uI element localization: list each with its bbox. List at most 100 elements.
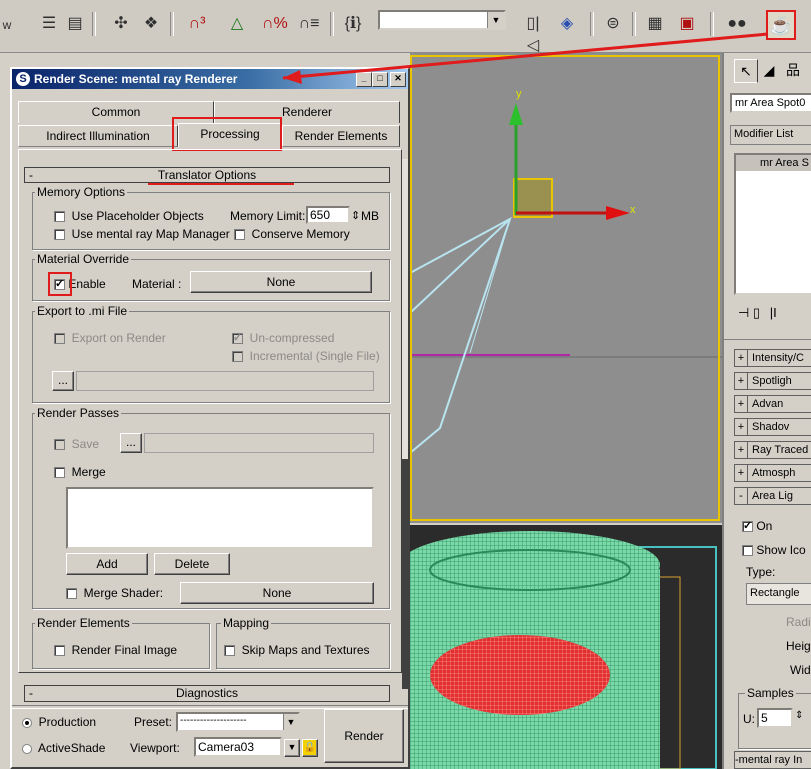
viewport-dropdown[interactable]: Camera03 [194,737,282,757]
delete-pass-button[interactable]: Delete [154,553,230,575]
snap-3d-icon[interactable]: ∩³ [186,13,208,35]
u-samples-field[interactable]: 5 [757,708,793,728]
hierarchy-tab-icon[interactable]: 品 [782,59,804,81]
rollout-3[interactable]: + Shadov [734,418,811,436]
select-by-name-icon[interactable]: ▤ [64,13,86,35]
merge-shader-checkbox[interactable]: Merge Shader: [66,586,163,600]
translator-underline [148,183,294,185]
u-spinner-icon[interactable]: ⇕ [795,710,803,721]
production-radio[interactable]: Production [22,715,96,729]
render-button[interactable]: Render [324,709,404,763]
chevron-down-icon[interactable]: ▼ [487,12,504,28]
passes-browse-button[interactable]: ... [120,433,142,453]
camera-viewport[interactable] [410,525,722,769]
export-on-render-checkbox[interactable]: Export on Render [54,331,166,345]
selection-filter-icon[interactable]: ☰ [38,13,60,35]
add-pass-button[interactable]: Add [66,553,148,575]
use-placeholder-label: Use Placeholder Objects [71,209,204,223]
merge-passes-list[interactable] [66,487,374,549]
rollout-2[interactable]: + Advan [734,395,811,413]
object-name-field[interactable]: mr Area Spot0 [730,93,811,113]
export-on-render-label: Export on Render [71,331,166,345]
rollout-label: Spotligh [752,375,792,387]
save-checkbox[interactable]: Save [54,437,99,451]
maximize-icon[interactable]: □ [372,72,388,87]
layer-manager-icon[interactable]: ⊜ [602,13,624,35]
conserve-memory-checkbox[interactable]: Conserve Memory [234,227,350,241]
skip-maps-checkbox[interactable]: Skip Maps and Textures [224,643,370,657]
mirror-icon[interactable]: ▯|◁ [522,13,544,54]
rollout-4[interactable]: + Ray Traced [734,441,811,459]
close-icon[interactable]: ✕ [390,72,406,87]
stack-item[interactable]: mr Area S [736,155,811,171]
modifier-stack[interactable]: mr Area S [734,153,811,295]
material-editor-icon[interactable]: ●● [726,13,748,35]
mental-ray-indirect-rollout[interactable]: -mental ray In [734,751,811,769]
toolbar-scroll-icon[interactable]: w [2,14,12,36]
rollout-5[interactable]: + Atmosph [734,464,811,482]
memory-spinner-icon[interactable]: ⇕ [351,209,360,223]
preset-label: Preset: [134,715,173,729]
panel-scrollbar[interactable] [402,159,408,689]
diagnostics-rollout[interactable]: - Diagnostics [24,685,390,702]
named-selection-combo[interactable]: ▼ [378,10,506,30]
type-dropdown[interactable]: Rectangle [746,583,811,605]
bind-space-warp-icon[interactable]: ❖ [140,13,162,35]
render-final-image-checkbox[interactable]: Render Final Image [54,643,177,657]
rollout-6[interactable]: - Area Lig [734,487,811,505]
passes-save-path [144,433,374,453]
show-end-result-icon[interactable]: |I [770,305,777,320]
modify-tab-icon[interactable]: ◢ [758,59,780,81]
translator-options-header: Translator Options [157,168,257,182]
merge-label: Merge [71,465,106,479]
show-icon-checkbox[interactable]: Show Ico [742,543,806,557]
checkmark-icon[interactable]: ✓ [232,333,243,345]
activeshade-radio[interactable]: ActiveShade [22,741,105,755]
tab-render-elements[interactable]: Render Elements [282,125,400,147]
override-material-button[interactable]: None [190,271,372,293]
enable-highlight [48,272,72,296]
align-icon[interactable]: ◈ [556,13,578,35]
production-label: Production [38,715,97,729]
use-map-manager-checkbox[interactable]: Use mental ray Map Manager [54,227,230,241]
rollout-0[interactable]: + Intensity/C [734,349,811,367]
active-viewport-border [410,55,720,521]
minimize-icon[interactable]: _ [356,72,372,87]
dialog-titlebar[interactable]: S Render Scene: mental ray Renderer _ □ … [12,69,408,89]
checkmark-icon[interactable]: ✓ [742,521,753,533]
schematic-view-icon[interactable]: ▣ [676,13,698,35]
tab-indirect-illumination[interactable]: Indirect Illumination [18,125,178,147]
merge-shader-button[interactable]: None [180,582,374,604]
rollout-sign: + [735,396,748,412]
mapping-title: Mapping [221,616,272,630]
preset-dropdown[interactable]: -------------------- ▼ [176,712,300,732]
lock-viewport-icon[interactable]: 🔒 [302,739,318,757]
angle-snap-icon[interactable]: △ [226,13,248,35]
pin-stack-icon[interactable]: ⊣ ▯ [738,305,760,320]
rollout-sign: + [735,373,748,389]
curve-editor-icon[interactable]: ▦ [644,13,666,35]
named-selection-icon[interactable]: {ℹ} [342,13,364,35]
percent-snap-icon[interactable]: ∩% [262,13,288,35]
uncompressed-checkbox[interactable]: ✓ Un-compressed [232,331,334,345]
scrollbar-thumb[interactable] [402,459,408,689]
render-scene-icon[interactable]: ☕ [766,10,796,40]
chevron-down-icon[interactable]: ▼ [283,714,298,730]
modifier-list-dropdown[interactable]: Modifier List [730,125,811,145]
rollout-sign: + [735,442,748,458]
use-placeholder-checkbox[interactable]: Use Placeholder Objects [54,209,204,223]
memory-limit-field[interactable]: 650 [306,206,350,224]
mi-browse-button[interactable]: ... [52,371,74,391]
on-checkbox[interactable]: ✓ On [742,519,772,533]
viewport-dropdown-button[interactable]: ▼ [284,739,300,757]
translator-options-rollout[interactable]: - Translator Options [24,167,390,183]
rollout-1[interactable]: + Spotligh [734,372,811,390]
rollout-label: Intensity/C [752,352,804,364]
create-tab-icon[interactable]: ↖ [734,59,758,83]
incremental-checkbox[interactable]: Incremental (Single File) [232,349,380,363]
rollout-label: Ray Traced [752,444,809,456]
render-elements-title: Render Elements [35,616,132,630]
merge-checkbox[interactable]: Merge [54,465,106,479]
spinner-snap-icon[interactable]: ∩≡ [298,13,320,35]
select-link-icon[interactable]: ✣ [110,13,132,35]
